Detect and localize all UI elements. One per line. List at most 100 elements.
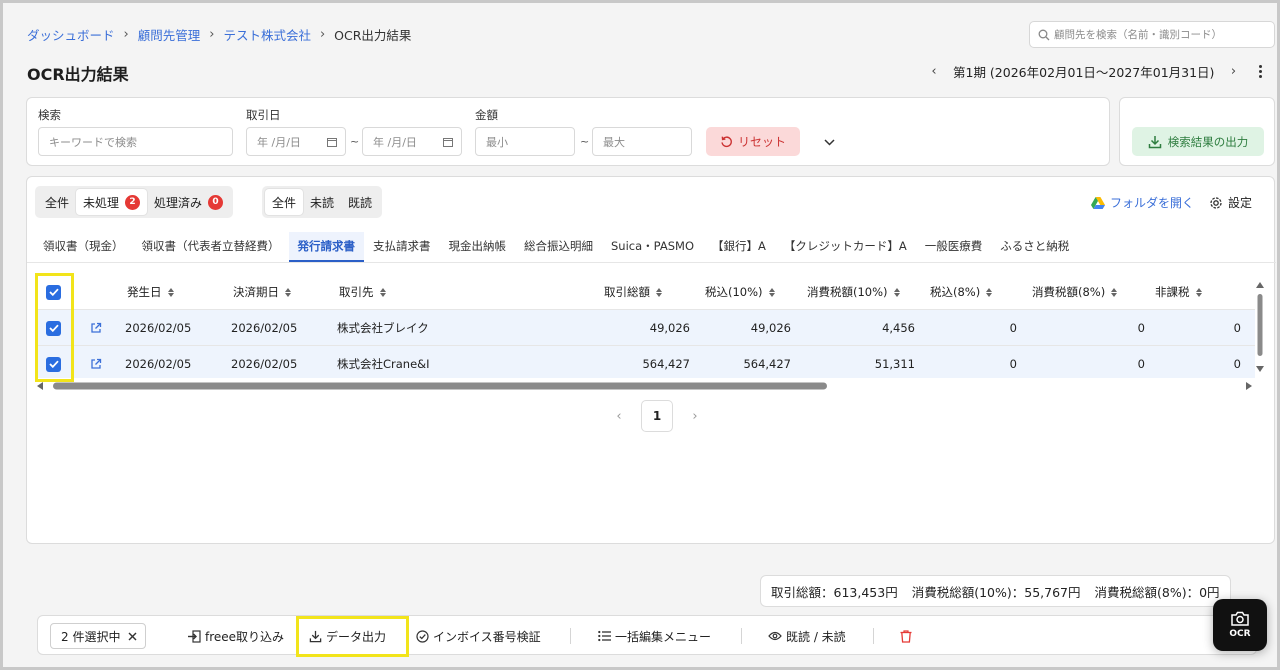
read-unread-label: 未読	[310, 195, 335, 210]
tab-payment-invoice[interactable]: 支払請求書	[364, 232, 440, 262]
more-menu-icon[interactable]	[1251, 63, 1269, 79]
selection-chip: 2 件選択中	[50, 623, 147, 649]
tab-bank-a[interactable]: 【銀行】A	[703, 232, 775, 262]
calendar-icon[interactable]	[443, 137, 453, 147]
close-icon[interactable]	[128, 632, 137, 641]
col-due-date[interactable]: 決済期日	[233, 274, 291, 310]
tab-cash-book[interactable]: 現金出納帳	[440, 232, 516, 262]
cell-partner: 株式会社Crane&I	[337, 357, 430, 371]
open-external-icon[interactable]	[90, 346, 102, 378]
amount-max-input[interactable]: 最大	[592, 127, 692, 156]
open-external-icon[interactable]	[90, 310, 102, 346]
prev-period-button[interactable]: ‹	[923, 64, 945, 79]
cell-ctax10: 4,456	[882, 321, 915, 335]
bulk-edit-button[interactable]: 一括編集メニュー	[598, 623, 711, 649]
expand-filters-button[interactable]	[819, 132, 839, 152]
tab-suica-pasmo[interactable]: Suica・PASMO	[602, 232, 703, 262]
col-issue-date[interactable]: 発生日	[127, 274, 174, 310]
prev-page-button[interactable]: ‹	[609, 400, 629, 432]
reset-icon	[721, 136, 732, 148]
invoice-check-button[interactable]: インボイス番号検証	[416, 623, 541, 649]
col-taxed10[interactable]: 税込(10%)	[705, 274, 775, 310]
reset-button[interactable]: リセット	[706, 127, 800, 156]
page-title: OCR出力結果	[27, 65, 129, 84]
sort-icon	[1111, 287, 1118, 297]
horizontal-scrollbar[interactable]	[37, 381, 1252, 391]
download-icon	[309, 630, 322, 642]
freee-import-button[interactable]: freee取り込み	[188, 623, 284, 649]
amount-min-input[interactable]: 最小	[475, 127, 575, 156]
col-partner[interactable]: 取引先	[339, 274, 386, 310]
col-nontax[interactable]: 非課税	[1155, 274, 1202, 310]
row-checkbox[interactable]	[46, 356, 61, 372]
cell-total: 564,427	[642, 357, 690, 371]
read-all-label: 全件	[272, 195, 297, 210]
date-range-separator: ~	[350, 135, 360, 148]
tab-issued-invoice[interactable]: 発行請求書	[288, 232, 364, 262]
status-all[interactable]: 全件	[38, 189, 76, 215]
read-unread-button[interactable]: 既読 / 未読	[768, 623, 846, 649]
vertical-scrollbar[interactable]	[1254, 282, 1266, 372]
date-from-input[interactable]: 年 /月/日	[246, 127, 346, 156]
next-page-button[interactable]: ›	[685, 400, 705, 432]
col-ctax8[interactable]: 消費税額(8%)	[1032, 274, 1118, 310]
col-total-label: 取引総額	[604, 285, 650, 299]
page-button[interactable]: 1	[641, 400, 673, 432]
keyword-placeholder: キーワードで検索	[49, 135, 137, 149]
col-total[interactable]: 取引総額	[604, 274, 662, 310]
read-all[interactable]: 全件	[265, 189, 304, 215]
status-processed[interactable]: 処理済み 0	[147, 189, 230, 215]
tab-credit-card-a[interactable]: 【クレジットカード】A	[775, 232, 916, 262]
next-period-button[interactable]: ›	[1222, 64, 1244, 79]
col-due-date-label: 決済期日	[233, 285, 279, 299]
cell-due-date: 2026/02/05	[231, 357, 298, 371]
cell-partner: 株式会社ブレイク	[337, 321, 429, 335]
breadcrumb-clients[interactable]: 顧問先管理	[138, 25, 201, 44]
read-unread[interactable]: 未読	[303, 189, 341, 215]
amount-label: 金額	[475, 108, 498, 122]
col-ctax10[interactable]: 消費税額(10%)	[807, 274, 900, 310]
settings-button[interactable]: 設定	[1209, 194, 1252, 211]
eye-icon	[768, 631, 782, 641]
ocr-button[interactable]: OCR	[1213, 599, 1267, 651]
keyword-search-input[interactable]: キーワードで検索	[38, 127, 233, 156]
delete-button[interactable]	[900, 623, 912, 649]
tab-medical-expenses[interactable]: 一般医療費	[916, 232, 992, 262]
status-unprocessed-label: 未処理	[83, 195, 120, 210]
sort-icon	[893, 287, 900, 297]
freee-import-label: freee取り込み	[205, 629, 285, 644]
table-row[interactable]: 2026/02/05 2026/02/05 株式会社ブレイク 49,026 49…	[35, 310, 1255, 346]
tab-receipt-cash[interactable]: 領収書（現金）	[34, 232, 133, 262]
status-all-label: 全件	[45, 195, 70, 210]
export-results-label: 検索結果の出力	[1167, 134, 1249, 149]
download-icon	[1148, 135, 1161, 148]
read-read[interactable]: 既読	[341, 189, 379, 215]
row-checkbox[interactable]	[46, 320, 61, 336]
divider	[873, 628, 874, 644]
export-results-button[interactable]: 検索結果の出力	[1132, 127, 1264, 156]
tab-receipt-reimbursement[interactable]: 領収書（代表者立替経費）	[133, 232, 289, 262]
client-search-input[interactable]	[1054, 28, 1264, 41]
col-taxed8[interactable]: 税込(8%)	[930, 274, 993, 310]
date-to-input[interactable]: 年 /月/日	[362, 127, 462, 156]
select-all-checkbox[interactable]	[46, 284, 61, 300]
open-folder-label: フォルダを開く	[1110, 196, 1195, 210]
breadcrumb-dashboard[interactable]: ダッシュボード	[27, 25, 115, 44]
col-partner-label: 取引先	[339, 285, 374, 299]
sort-icon	[768, 287, 775, 297]
search-label: 検索	[38, 108, 61, 122]
calendar-icon[interactable]	[327, 137, 337, 147]
period-label: 第1期 (2026年02月01日〜2027年01月31日)	[953, 65, 1215, 80]
breadcrumb-company[interactable]: テスト株式会社	[223, 25, 311, 44]
table-row[interactable]: 2026/02/05 2026/02/05 株式会社Crane&I 564,42…	[35, 346, 1255, 378]
client-search-box[interactable]	[1029, 21, 1275, 48]
open-folder-link[interactable]: フォルダを開く	[1091, 194, 1194, 211]
col-ctax10-label: 消費税額(10%)	[807, 285, 888, 299]
status-unprocessed[interactable]: 未処理 2	[76, 189, 148, 215]
data-export-button[interactable]: データ出力	[309, 623, 386, 649]
check-icon	[48, 288, 59, 296]
col-nontax-label: 非課税	[1155, 285, 1190, 299]
tab-furusato-tax[interactable]: ふるさと納税	[991, 232, 1078, 262]
tab-bulk-transfer[interactable]: 総合振込明細	[515, 232, 602, 262]
search-icon	[1038, 29, 1050, 40]
